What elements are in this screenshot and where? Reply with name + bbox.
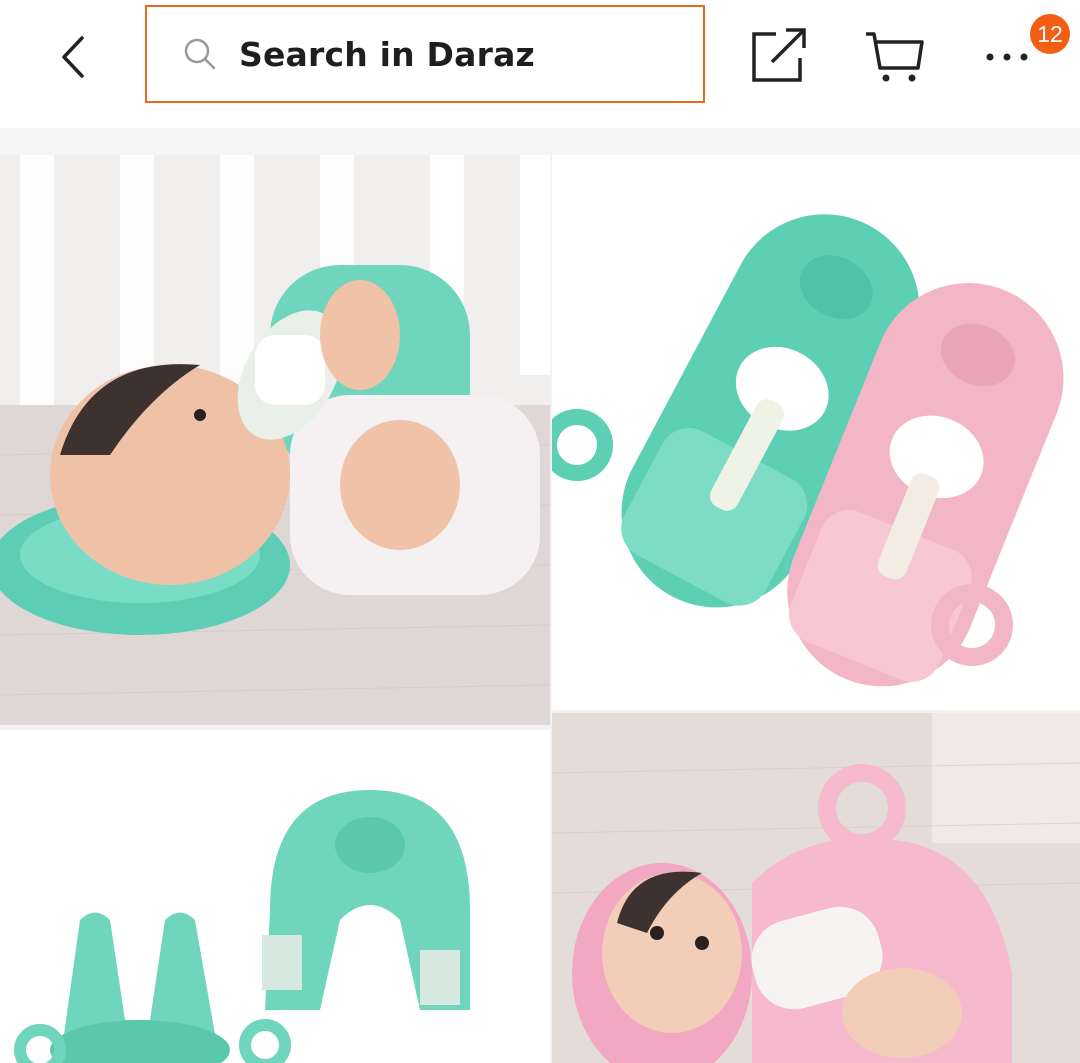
gallery-image-teal-pink-pillows[interactable] [552,155,1080,710]
cart-badge-count: 12 [1030,14,1070,54]
back-button[interactable] [48,30,98,84]
gallery-image-teal-pillow-parts[interactable] [0,730,550,1063]
gallery-image-baby-pink-pillow[interactable] [552,713,1080,1063]
share-button[interactable] [748,26,810,86]
search-input[interactable]: Search in Daraz [145,5,705,103]
cart-button[interactable] [862,26,926,86]
search-icon [183,37,217,71]
chevron-left-icon [62,36,84,78]
cart-icon [866,32,924,82]
search-placeholder: Search in Daraz [239,34,535,74]
share-icon [752,28,806,82]
product-image-gallery[interactable] [0,155,1080,1063]
gallery-image-baby-teal-pillow[interactable] [0,155,550,725]
top-navigation-bar: Search in Daraz 12 [0,0,1080,128]
